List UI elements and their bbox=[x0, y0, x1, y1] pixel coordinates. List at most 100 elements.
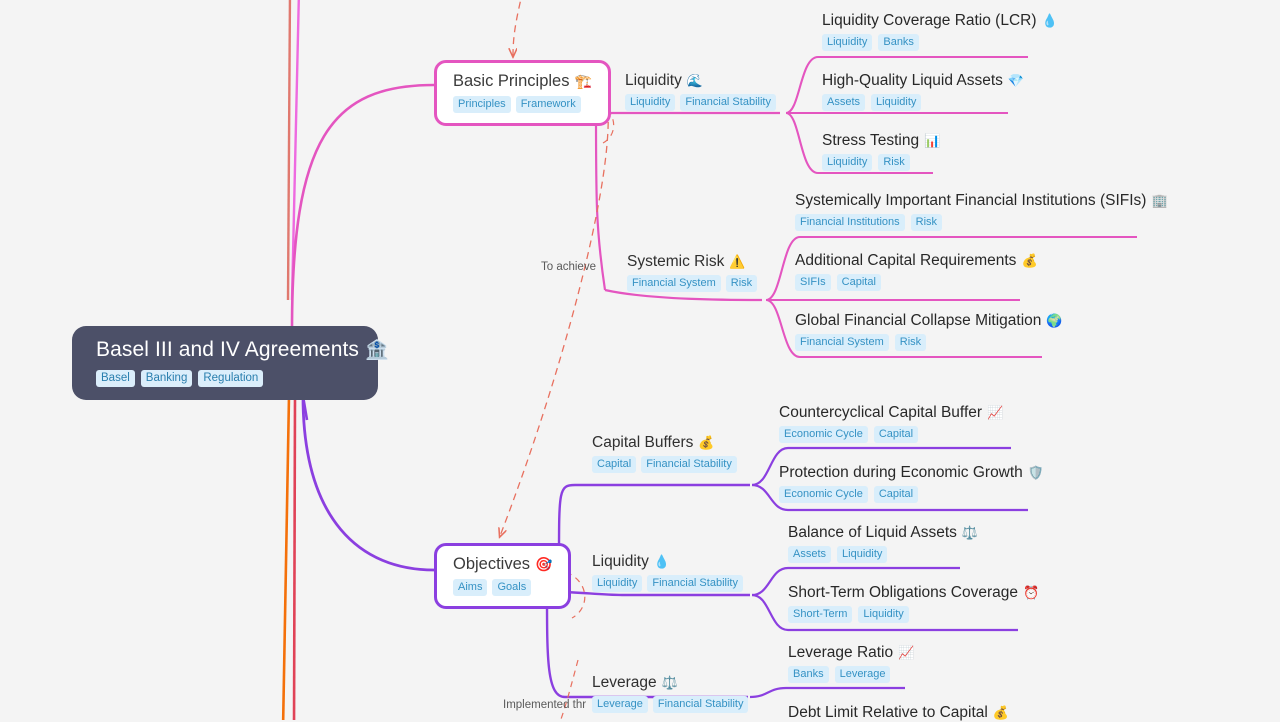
leaf-protection-during-economic-growth[interactable]: Protection during Economic Growth 🛡️ Econ… bbox=[779, 464, 1044, 503]
leaf-label: Balance of Liquid Assets bbox=[788, 524, 957, 541]
node-title: Leverage ⚖️ bbox=[592, 674, 748, 692]
tag: Leverage bbox=[592, 696, 648, 713]
root-node[interactable]: Basel III and IV Agreements 🏦 Basel Banki… bbox=[72, 326, 389, 400]
node-tags: Capital Financial Stability bbox=[592, 456, 737, 473]
trunk-line-magenta bbox=[290, 0, 300, 301]
node-liquidity-top[interactable]: Liquidity 🌊 Liquidity Financial Stability bbox=[625, 72, 776, 111]
node-liquidity-bottom[interactable]: Liquidity 💧 Liquidity Financial Stability bbox=[592, 553, 743, 592]
tag: Liquidity bbox=[858, 606, 909, 623]
tag: Economic Cycle bbox=[779, 486, 868, 503]
tag: Framework bbox=[515, 96, 581, 113]
tag: Capital bbox=[873, 486, 919, 503]
droplet-icon: 💧 bbox=[653, 554, 671, 569]
leaf-label: Countercyclical Capital Buffer bbox=[779, 404, 983, 421]
tag: Assets bbox=[822, 94, 866, 111]
leaf-short-term-obligations-coverage[interactable]: Short-Term Obligations Coverage ⏰ Short-T… bbox=[788, 584, 1039, 623]
branch-tags: Aims Goals bbox=[453, 579, 552, 596]
branch-tags: Principles Framework bbox=[453, 96, 592, 113]
chart-increasing-icon: 📈 bbox=[987, 405, 1004, 420]
leaf-leverage-ratio[interactable]: Leverage Ratio 📈 Banks Leverage bbox=[788, 644, 914, 683]
leaf-global-financial-collapse-mitigation[interactable]: Global Financial Collapse Mitigation 🌍 Fi… bbox=[795, 312, 1063, 351]
balance-scale-icon: ⚖️ bbox=[661, 675, 678, 690]
edge-root-to-basic-principles bbox=[290, 83, 435, 331]
node-tags: Liquidity Financial Stability bbox=[625, 94, 776, 111]
branch-node-objectives[interactable]: Objectives 🎯 Aims Goals bbox=[434, 543, 572, 609]
tag: Risk bbox=[725, 275, 758, 292]
tag: Liquidity bbox=[822, 34, 873, 51]
leaf-title: Leverage Ratio 📈 bbox=[788, 644, 914, 662]
tag: Risk bbox=[910, 214, 943, 231]
leaf-stress-testing[interactable]: Stress Testing 📊 Liquidity Risk bbox=[822, 132, 940, 171]
leaf-debt-limit-relative-to-capital[interactable]: Debt Limit Relative to Capital 💰 bbox=[788, 704, 1009, 722]
edge-objectives-to-capital-buffers bbox=[557, 483, 750, 561]
tag: Liquidity bbox=[837, 546, 888, 563]
leaf-liquidity-coverage-ratio[interactable]: Liquidity Coverage Ratio (LCR) 💧 Liquidit… bbox=[822, 12, 1058, 51]
bank-icon: 🏦 bbox=[365, 340, 389, 361]
node-capital-buffers[interactable]: Capital Buffers 💰 Capital Financial Stabi… bbox=[592, 434, 737, 473]
relation-label-implemented-through: Implemented thr bbox=[503, 699, 587, 711]
leaf-title: Short-Term Obligations Coverage ⏰ bbox=[788, 584, 1039, 602]
edge-basic-principles-trunk-down bbox=[594, 112, 607, 291]
leaf-additional-capital-requirements[interactable]: Additional Capital Requirements 💰 SIFIs C… bbox=[795, 252, 1038, 291]
relation-line-lower-dashed bbox=[560, 659, 579, 720]
gem-icon: 💎 bbox=[1007, 73, 1025, 88]
branch-label: Objectives bbox=[453, 555, 531, 573]
node-systemic-risk[interactable]: Systemic Risk ⚠️ Financial System Risk bbox=[627, 253, 758, 292]
tag: Aims bbox=[453, 579, 488, 596]
leaf-title: Protection during Economic Growth 🛡️ bbox=[779, 464, 1044, 482]
leaf-title: Additional Capital Requirements 💰 bbox=[795, 252, 1038, 270]
branch-title: Objectives 🎯 bbox=[453, 555, 552, 574]
leaf-tags: SIFIs Capital bbox=[795, 274, 1038, 291]
leaf-title: Liquidity Coverage Ratio (LCR) 💧 bbox=[822, 12, 1058, 30]
tag: Assets bbox=[788, 546, 832, 563]
node-tags: Liquidity Financial Stability bbox=[592, 575, 743, 592]
leaf-label: High-Quality Liquid Assets bbox=[822, 72, 1003, 89]
leaf-label: Debt Limit Relative to Capital bbox=[788, 704, 988, 721]
node-title: Liquidity 🌊 bbox=[625, 72, 776, 90]
tag: Financial Stability bbox=[647, 575, 743, 592]
tag: Financial Institutions bbox=[795, 214, 905, 231]
leaf-balance-of-liquid-assets[interactable]: Balance of Liquid Assets ⚖️ Assets Liquid… bbox=[788, 524, 978, 563]
trunk-line-red bbox=[292, 395, 297, 720]
node-leverage[interactable]: Leverage ⚖️ Leverage Financial Stability bbox=[592, 674, 749, 713]
trunk-line-salmon bbox=[286, 0, 292, 301]
node-title: Liquidity 💧 bbox=[592, 553, 743, 571]
leaf-tags: Assets Liquidity bbox=[788, 546, 978, 563]
leaf-label: Liquidity Coverage Ratio (LCR) bbox=[822, 12, 1037, 29]
globe-icon: 🌍 bbox=[1046, 313, 1063, 328]
tag: Financial Stability bbox=[641, 456, 737, 473]
node-label: Liquidity bbox=[592, 553, 649, 570]
target-icon: 🎯 bbox=[535, 556, 553, 572]
tag: Banks bbox=[788, 666, 829, 683]
leaf-high-quality-liquid-assets[interactable]: High-Quality Liquid Assets 💎 Assets Liqui… bbox=[822, 72, 1024, 111]
tag: Capital bbox=[836, 274, 881, 291]
leaf-label: Leverage Ratio bbox=[788, 644, 894, 661]
leaf-tags: Financial Institutions Risk bbox=[795, 214, 1168, 231]
node-title: Capital Buffers 💰 bbox=[592, 434, 737, 452]
leaf-tags: Liquidity Banks bbox=[822, 34, 1058, 51]
leaf-title: Systemically Important Financial Institu… bbox=[795, 192, 1168, 210]
leaf-sifis[interactable]: Systemically Important Financial Institu… bbox=[795, 192, 1168, 231]
tag: Financial System bbox=[627, 275, 721, 292]
node-label: Systemic Risk bbox=[627, 253, 725, 270]
leaf-label: Short-Term Obligations Coverage bbox=[788, 584, 1019, 601]
leaf-tags: Financial System Risk bbox=[795, 334, 1063, 351]
leaf-title: Stress Testing 📊 bbox=[822, 132, 940, 150]
droplet-icon: 💧 bbox=[1041, 13, 1058, 28]
branch-node-basic-principles[interactable]: Basic Principles 🏗️ Principles Framework bbox=[434, 60, 611, 126]
tag: Liquidity bbox=[625, 94, 676, 111]
leaf-tags: Liquidity Risk bbox=[822, 154, 940, 171]
tag: SIFIs bbox=[795, 274, 831, 291]
leaf-label: Global Financial Collapse Mitigation bbox=[795, 312, 1042, 329]
tag: Banks bbox=[878, 34, 919, 51]
leaf-title: Balance of Liquid Assets ⚖️ bbox=[788, 524, 978, 542]
leaf-title: Debt Limit Relative to Capital 💰 bbox=[788, 704, 1009, 722]
shield-icon: 🛡️ bbox=[1027, 465, 1044, 480]
root-node-label: Basel III and IV Agreements bbox=[96, 338, 360, 361]
root-node-title: Basel III and IV Agreements 🏦 bbox=[96, 338, 389, 362]
leaf-countercyclical-capital-buffer[interactable]: Countercyclical Capital Buffer 📈 Economic… bbox=[779, 404, 1003, 443]
leaf-title: Global Financial Collapse Mitigation 🌍 bbox=[795, 312, 1063, 330]
tag: Basel bbox=[96, 370, 135, 387]
alarm-clock-icon: ⏰ bbox=[1023, 585, 1040, 600]
leaf-label: Stress Testing bbox=[822, 132, 920, 149]
